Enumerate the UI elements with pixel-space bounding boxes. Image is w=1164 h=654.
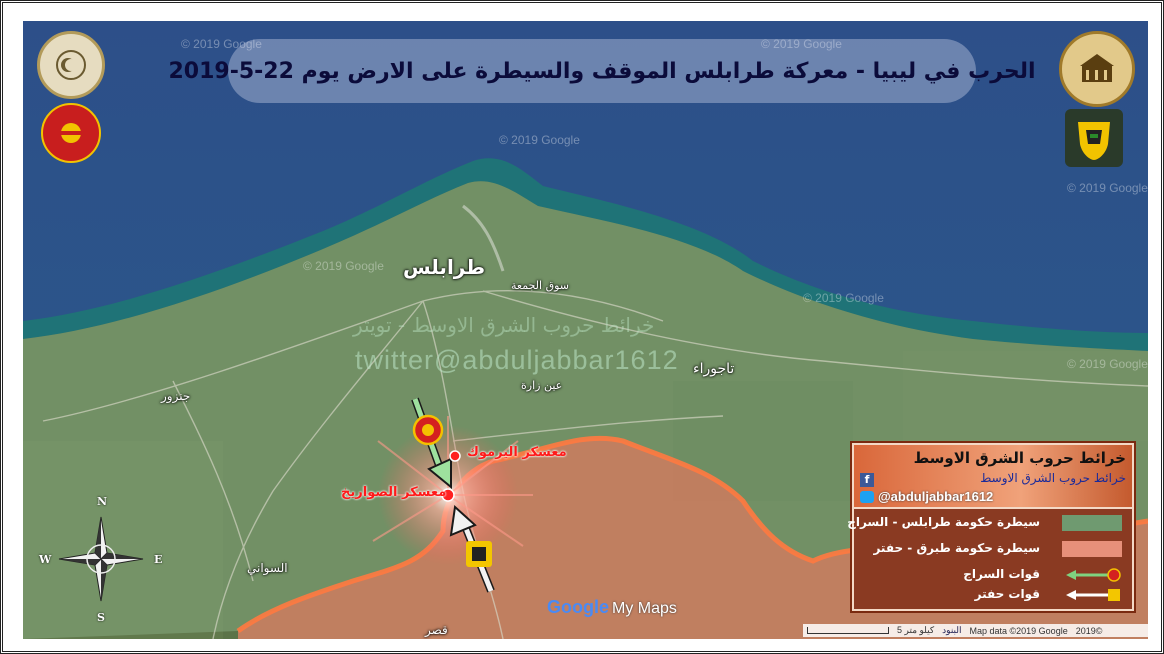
legend-lna-forces-label: قوات حفتر (974, 587, 1040, 601)
gna-military-logo (41, 103, 101, 163)
twitter-icon[interactable] (860, 491, 874, 503)
google-watermark: © 2019 Google (803, 291, 884, 305)
terms-link[interactable]: البنود (942, 625, 961, 636)
parliament-building-icon (1080, 54, 1114, 82)
legend-title: خرائط حروب الشرق الاوسط (913, 449, 1126, 467)
legend-lna-zone-swatch (1062, 541, 1122, 557)
ain-zara-label: عين زارة (521, 379, 563, 392)
yarmouk-camp-label: معسكر اليرموك (467, 445, 567, 460)
scale-bar (807, 627, 889, 634)
legend-gna-forces-label: قوات السراج (963, 567, 1040, 581)
google-watermark: © 2019 Google (303, 259, 384, 273)
title-banner: الحرب في ليبيا - معركة طرابلس الموقف وال… (168, 39, 1036, 103)
compass-west: W (39, 553, 52, 566)
twitter-watermark: twitter@abduljabbar1612 (355, 345, 679, 375)
legend-gna-arrow-icon (1066, 568, 1121, 582)
map-frame: © 2019 Google © 2019 Google © 2019 Googl… (0, 0, 1164, 654)
google-watermark: © 2019 Google (499, 133, 580, 147)
qasr-label: قصر (425, 623, 448, 637)
scale-label: 5 كيلو متر (897, 625, 935, 635)
google-watermark: © 2019 Google (1067, 181, 1148, 195)
my-maps-wordmark: My Maps (612, 600, 677, 617)
compass-east: E (154, 553, 163, 566)
copyright-text: 2019© (1075, 625, 1103, 636)
tajoura-label: تاجوراء (693, 361, 735, 377)
legend-lna-arrow-icon (1066, 589, 1120, 601)
map-canvas[interactable]: © 2019 Google © 2019 Google © 2019 Googl… (23, 21, 1148, 639)
gna-council-logo (37, 31, 105, 99)
google-watermark: © 2019 Google (1067, 357, 1148, 371)
arabic-watermark: خرائط حروب الشرق الاوسط - تويتر (353, 313, 655, 337)
eagle-emblem-icon (61, 123, 81, 143)
compass-north: N (97, 495, 108, 508)
legend-gna-zone-label: سيطرة حكومة طرابلس - السراج (847, 515, 1040, 529)
yarmouk-camp-marker (449, 450, 461, 462)
janzour-label: جنزور (161, 389, 191, 403)
souq-jumaa-label: سوق الجمعة (511, 279, 570, 292)
compass-rose: N S W E (39, 495, 162, 624)
legend-twitter-handle[interactable]: @abduljabbar1612 (878, 489, 993, 504)
map-data-credit: Map data ©2019 Google (969, 625, 1068, 636)
sawani-label: السواني (247, 561, 288, 575)
compass-icon (58, 516, 144, 602)
legend-header: خرائط حروب الشرق الاوسط خرائط حروب الشرق… (854, 445, 1132, 507)
crescent-star-icon (56, 50, 86, 80)
google-my-maps-logo: Google My Maps (547, 597, 677, 618)
sawarikh-camp-label: معسكر الصواريخ (341, 485, 447, 500)
legend-gna-zone-swatch (1062, 515, 1122, 531)
google-wordmark: Google (547, 597, 609, 617)
lna-forces-logo (1065, 109, 1123, 167)
tripoli-label: طرابلس (403, 255, 486, 279)
facebook-icon[interactable]: f (860, 473, 874, 487)
compass-south: S (97, 611, 105, 624)
legend-body: سيطرة حكومة طرابلس - السراج سيطرة حكومة … (847, 509, 1132, 609)
map-legend: خرائط حروب الشرق الاوسط خرائط حروب الشرق… (847, 441, 1136, 613)
lna-forces-emblem (466, 541, 492, 567)
legend-subtitle: خرائط حروب الشرق الاوسط (980, 471, 1126, 485)
house-of-representatives-logo (1059, 31, 1135, 107)
legend-lna-zone-label: سيطرة حكومة طبرق - حفتر (873, 541, 1040, 555)
map-attribution-bar: 5 كيلو متر البنود Map data ©2019 Google … (803, 624, 1148, 637)
map-title: الحرب في ليبيا - معركة طرابلس الموقف وال… (168, 58, 1036, 84)
eagle-shield-icon (1078, 122, 1110, 160)
